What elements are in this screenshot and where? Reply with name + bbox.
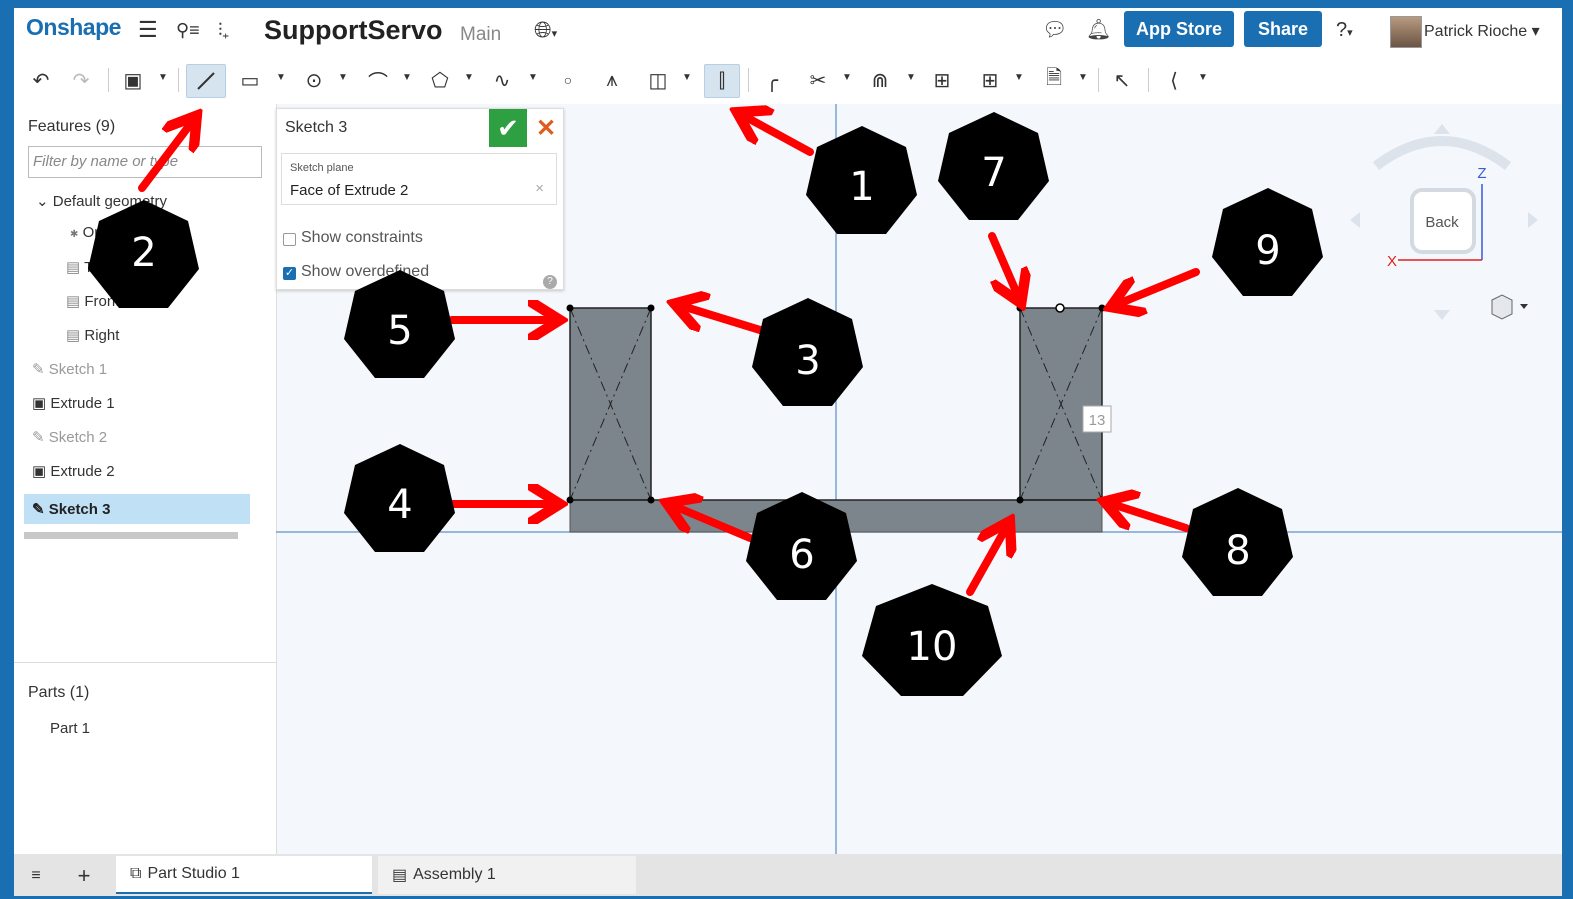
svg-text:3: 3	[795, 338, 820, 384]
add-tab-icon[interactable]: +	[72, 860, 96, 892]
svg-text:7: 7	[981, 150, 1006, 196]
tab-part-studio-1[interactable]: ⧉ Part Studio 1	[116, 856, 372, 894]
svg-text:9: 9	[1255, 228, 1280, 274]
dimension-badge[interactable]: 13	[1082, 405, 1112, 433]
svg-text:6: 6	[789, 532, 814, 578]
view-cube[interactable]: Back Z X	[1350, 124, 1538, 320]
callout-5: 5	[344, 270, 455, 378]
callout-9: 9	[1212, 188, 1323, 296]
callout-1: 1	[806, 126, 917, 234]
callout-7: 7	[938, 112, 1049, 220]
part-studio-icon: ⧉	[130, 865, 142, 882]
svg-text:X: X	[1387, 253, 1397, 270]
tab-assembly-1[interactable]: ▤ Assembly 1	[378, 856, 636, 894]
overlay-layer: 13 Back Z X 1 2 3 4 5 6 7 8 9 10	[88, 104, 1562, 854]
view-options-icon[interactable]	[1491, 294, 1528, 320]
callout-2: 2	[88, 200, 199, 308]
onshape-window: Onshape ☰ ⚲≡ ⫶₊ SupportServo Main 🌐︎▾ 💬︎…	[14, 8, 1562, 896]
svg-text:8: 8	[1225, 528, 1250, 574]
svg-text:1: 1	[849, 164, 874, 210]
svg-text:2: 2	[131, 230, 156, 276]
svg-text:Back: Back	[1425, 214, 1459, 231]
callout-8: 8	[1182, 488, 1293, 596]
svg-text:4: 4	[387, 482, 412, 528]
assembly-icon: ▤	[392, 867, 408, 884]
svg-text:13: 13	[1089, 412, 1106, 429]
callout-3: 3	[752, 298, 863, 406]
callout-4: 4	[344, 444, 455, 552]
svg-text:Z: Z	[1477, 165, 1486, 182]
svg-text:5: 5	[387, 308, 412, 354]
callout-10: 10	[862, 584, 1002, 696]
tab-bar: ≡ + ⧉ Part Studio 1 ▤ Assembly 1	[14, 854, 1562, 896]
svg-text:10: 10	[907, 624, 958, 670]
tab-list-icon[interactable]: ≡	[24, 860, 48, 892]
